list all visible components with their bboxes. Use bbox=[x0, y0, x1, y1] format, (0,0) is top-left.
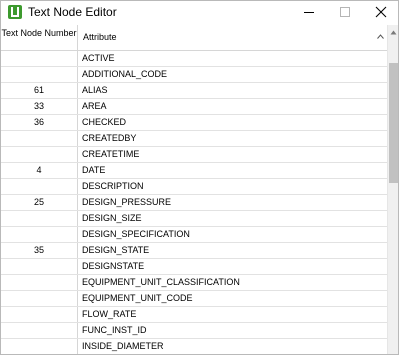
table-row[interactable]: CREATETIME bbox=[1, 147, 387, 163]
attribute-cell: INSIDE_DIAMETER bbox=[82, 341, 164, 351]
attribute-cell: ADDITIONAL_CODE bbox=[82, 69, 168, 79]
scroll-thumb[interactable] bbox=[389, 63, 398, 183]
text-node-number-cell[interactable]: 33 bbox=[1, 99, 78, 114]
table-row[interactable]: CREATEDBY bbox=[1, 131, 387, 147]
text-node-number-cell[interactable] bbox=[1, 291, 78, 306]
text-node-editor-window: Text Node Editor Text Node Number Attrib… bbox=[0, 0, 399, 355]
attribute-cell: DESIGN_SPECIFICATION bbox=[82, 229, 190, 239]
maximize-icon bbox=[340, 7, 350, 17]
text-node-number-cell[interactable]: 35 bbox=[1, 243, 78, 258]
attribute-cell: FLOW_RATE bbox=[82, 309, 137, 319]
attribute-cell: CREATEDBY bbox=[82, 133, 137, 143]
table-row[interactable]: 4 DATE bbox=[1, 163, 387, 179]
grid-header: Text Node Number Attribute bbox=[1, 25, 387, 51]
attribute-cell: FUNC_INST_ID bbox=[82, 325, 147, 335]
attribute-cell: DESIGN_PRESSURE bbox=[82, 197, 172, 207]
close-button[interactable] bbox=[364, 1, 398, 23]
chevron-up-icon bbox=[377, 34, 384, 39]
attribute-cell: CHECKED bbox=[82, 117, 127, 127]
window-title: Text Node Editor bbox=[28, 5, 117, 19]
text-node-number-cell[interactable] bbox=[1, 147, 78, 162]
text-node-number-cell[interactable] bbox=[1, 275, 78, 290]
maximize-button[interactable] bbox=[328, 1, 362, 23]
attribute-cell: EQUIPMENT_UNIT_CODE bbox=[82, 293, 193, 303]
table-row[interactable]: 36 CHECKED bbox=[1, 115, 387, 131]
table-row[interactable]: INSIDE_DIAMETER bbox=[1, 339, 387, 354]
table-row[interactable]: 61 ALIAS bbox=[1, 83, 387, 99]
attribute-cell: DATE bbox=[82, 165, 106, 175]
text-node-number-cell[interactable]: 36 bbox=[1, 115, 78, 130]
attribute-grid: Text Node Number Attribute ACTIVE ADDITIO… bbox=[1, 25, 387, 354]
table-row[interactable]: ACTIVE bbox=[1, 51, 387, 67]
text-node-number-cell[interactable] bbox=[1, 211, 78, 226]
table-row[interactable]: DESCRIPTION bbox=[1, 179, 387, 195]
table-row[interactable]: DESIGN_SPECIFICATION bbox=[1, 227, 387, 243]
attribute-cell: AREA bbox=[82, 101, 107, 111]
text-node-number-cell[interactable]: 25 bbox=[1, 195, 78, 210]
table-row[interactable]: ADDITIONAL_CODE bbox=[1, 67, 387, 83]
table-row[interactable]: FLOW_RATE bbox=[1, 307, 387, 323]
attribute-cell: EQUIPMENT_UNIT_CLASSIFICATION bbox=[82, 277, 240, 287]
attribute-cell: DESIGNSTATE bbox=[82, 261, 145, 271]
minimize-button[interactable] bbox=[292, 1, 326, 23]
text-node-number-cell[interactable] bbox=[1, 259, 78, 274]
table-row[interactable]: DESIGNSTATE bbox=[1, 259, 387, 275]
minimize-icon bbox=[304, 12, 314, 13]
grid-rows: ACTIVE ADDITIONAL_CODE 61 ALIAS 33 AREA 36 CHEC… bbox=[1, 51, 387, 354]
text-node-number-cell[interactable] bbox=[1, 307, 78, 322]
text-node-number-cell[interactable]: 61 bbox=[1, 83, 78, 98]
attribute-cell: DESCRIPTION bbox=[82, 181, 144, 191]
table-row[interactable]: EQUIPMENT_UNIT_CLASSIFICATION bbox=[1, 275, 387, 291]
attribute-cell: ACTIVE bbox=[82, 53, 115, 63]
attribute-cell: CREATETIME bbox=[82, 149, 140, 159]
column-header-text-node-number[interactable]: Text Node Number bbox=[1, 25, 78, 50]
table-row[interactable]: FUNC_INST_ID bbox=[1, 323, 387, 339]
scroll-up-button[interactable] bbox=[388, 25, 398, 39]
table-row[interactable]: DESIGN_SIZE bbox=[1, 211, 387, 227]
attribute-cell: DESIGN_SIZE bbox=[82, 213, 142, 223]
table-row[interactable]: 33 AREA bbox=[1, 99, 387, 115]
close-icon bbox=[375, 6, 387, 18]
text-node-number-cell[interactable] bbox=[1, 131, 78, 146]
attribute-cell: DESIGN_STATE bbox=[82, 245, 150, 255]
text-node-number-cell[interactable] bbox=[1, 339, 78, 354]
vertical-scrollbar[interactable] bbox=[387, 25, 398, 354]
app-icon bbox=[8, 5, 22, 19]
text-node-number-cell[interactable]: 4 bbox=[1, 163, 78, 178]
text-node-number-cell[interactable] bbox=[1, 323, 78, 338]
scroll-up-arrow-icon bbox=[390, 30, 397, 35]
column-header-attribute[interactable]: Attribute bbox=[79, 25, 387, 50]
table-row[interactable]: EQUIPMENT_UNIT_CODE bbox=[1, 291, 387, 307]
text-node-number-cell[interactable] bbox=[1, 67, 78, 82]
title-bar[interactable]: Text Node Editor bbox=[1, 1, 398, 23]
text-node-number-cell[interactable] bbox=[1, 227, 78, 242]
attribute-cell: ALIAS bbox=[82, 85, 108, 95]
table-row[interactable]: 25 DESIGN_PRESSURE bbox=[1, 195, 387, 211]
table-row[interactable]: 35 DESIGN_STATE bbox=[1, 243, 387, 259]
text-node-number-cell[interactable] bbox=[1, 51, 78, 66]
text-node-number-cell[interactable] bbox=[1, 179, 78, 194]
